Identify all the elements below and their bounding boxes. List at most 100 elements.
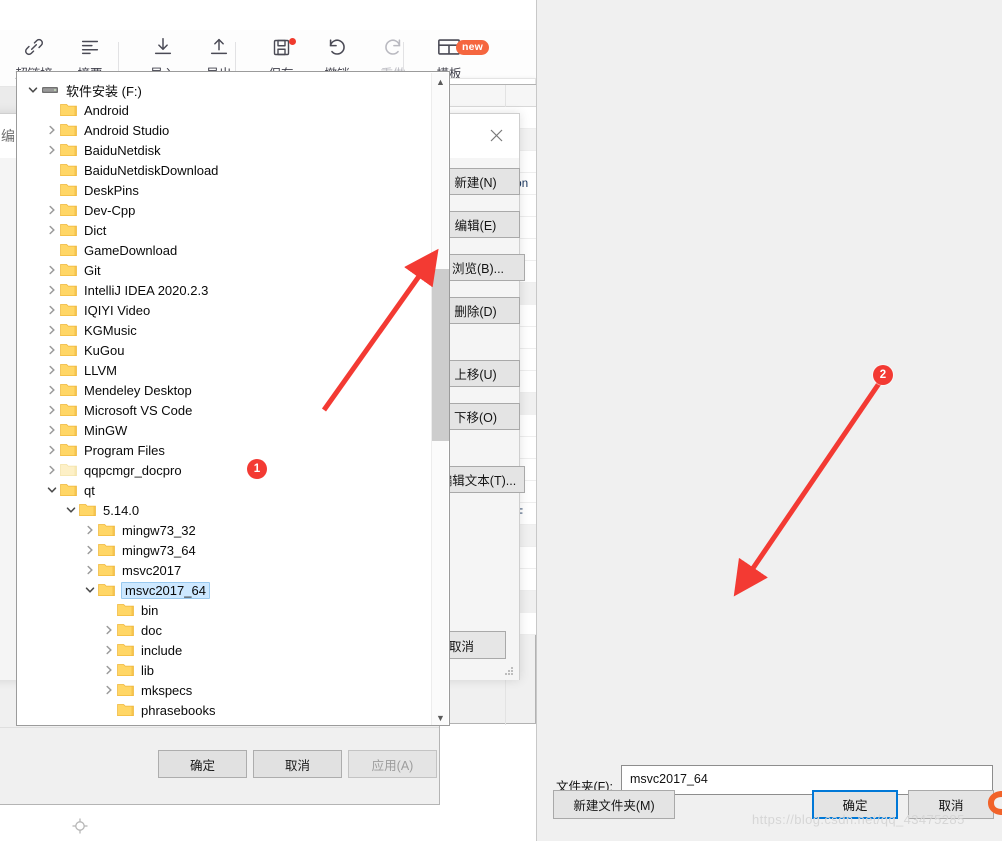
chevron-right-icon[interactable] xyxy=(44,462,60,478)
tree-item[interactable]: BaiduNetdiskDownload xyxy=(17,160,222,180)
chevron-down-icon[interactable] xyxy=(82,582,98,598)
tree-vertical-scrollbar[interactable]: ▲ ▼ xyxy=(431,73,449,725)
folder-icon xyxy=(60,423,77,437)
folder-icon xyxy=(98,543,115,557)
tree-item[interactable]: lib xyxy=(17,660,158,680)
tree-item-label: lib xyxy=(141,662,155,678)
tree-item[interactable]: Mendeley Desktop xyxy=(17,380,196,400)
undo-icon xyxy=(326,34,348,60)
folder-icon xyxy=(117,623,134,637)
annotation-badge-1: 1 xyxy=(247,459,267,479)
tree-item-label: mingw73_32 xyxy=(122,522,196,538)
tree-item[interactable]: mingw73_32 xyxy=(17,520,200,540)
chevron-right-icon[interactable] xyxy=(44,122,60,138)
tree-item[interactable]: MinGW xyxy=(17,420,131,440)
chevron-down-icon[interactable] xyxy=(25,82,41,98)
tree-item[interactable]: Android Studio xyxy=(17,120,173,140)
folder-tree-box[interactable]: 软件安装 (F:) Android Android Studio BaiduNetdi… xyxy=(16,71,450,726)
chevron-right-icon[interactable] xyxy=(44,382,60,398)
scroll-up-icon[interactable]: ▲ xyxy=(432,73,449,90)
folder-icon xyxy=(60,383,77,397)
chevron-down-icon[interactable] xyxy=(44,482,60,498)
chevron-right-icon[interactable] xyxy=(82,522,98,538)
tree-item-label: Program Files xyxy=(84,442,165,458)
chevron-right-icon[interactable] xyxy=(44,442,60,458)
folder-icon xyxy=(60,123,77,137)
browse-for-folder-dialog xyxy=(536,0,1002,841)
tree-item[interactable]: 5.14.0 xyxy=(17,500,143,520)
tree-item[interactable]: phrasebooks xyxy=(17,700,219,720)
tree-item[interactable]: DeskPins xyxy=(17,180,143,200)
tree-item[interactable]: mkspecs xyxy=(17,680,196,700)
tree-item-label: mingw73_64 xyxy=(122,542,196,558)
tree-item[interactable]: Microsoft VS Code xyxy=(17,400,196,420)
tree-item[interactable]: mingw73_64 xyxy=(17,540,200,560)
scroll-down-icon[interactable]: ▼ xyxy=(432,709,449,725)
chevron-right-icon[interactable] xyxy=(44,402,60,418)
tree-item-label: IntelliJ IDEA 2020.2.3 xyxy=(84,282,209,298)
chevron-right-icon[interactable] xyxy=(101,682,117,698)
chevron-right-icon[interactable] xyxy=(101,642,117,658)
tree-item-label: doc xyxy=(141,622,162,638)
folder-icon xyxy=(117,683,134,697)
chevron-right-icon[interactable] xyxy=(44,322,60,338)
chevron-right-icon[interactable] xyxy=(101,622,117,638)
chevron-right-icon[interactable] xyxy=(44,282,60,298)
chevron-right-icon[interactable] xyxy=(82,562,98,578)
tree-item[interactable]: Dev-Cpp xyxy=(17,200,139,220)
tree-item[interactable]: qt xyxy=(17,480,99,500)
tree-item[interactable]: include xyxy=(17,640,186,660)
tree-item[interactable]: 软件安装 (F:) xyxy=(17,80,146,100)
tree-item-label: IQIYI Video xyxy=(84,302,151,318)
toolbar-separator xyxy=(235,42,236,74)
close-icon[interactable] xyxy=(481,122,511,148)
tree-item[interactable]: doc xyxy=(17,620,166,640)
tree-item[interactable]: IQIYI Video xyxy=(17,300,154,320)
folder-icon xyxy=(60,343,77,357)
chevron-right-icon[interactable] xyxy=(44,362,60,378)
folder-icon xyxy=(117,643,134,657)
new-folder-button[interactable]: 新建文件夹(M) xyxy=(553,790,675,819)
tree-item-selected[interactable]: msvc2017_64 xyxy=(17,580,210,600)
chevron-right-icon[interactable] xyxy=(44,342,60,358)
tree-item-label: Android Studio xyxy=(84,122,170,138)
tree-item-label: Android xyxy=(84,102,129,118)
tree-item-label: mkspecs xyxy=(141,682,193,698)
chevron-right-icon[interactable] xyxy=(101,662,117,678)
tree-item[interactable]: KuGou xyxy=(17,340,128,360)
sysprops-cancel-button[interactable]: 取消 xyxy=(253,750,342,778)
tree-item[interactable]: IntelliJ IDEA 2020.2.3 xyxy=(17,280,212,300)
tree-item-label: Git xyxy=(84,262,101,278)
tree-item-label: qt xyxy=(84,482,95,498)
resize-grip[interactable] xyxy=(505,667,515,677)
folder-icon xyxy=(117,663,134,677)
summary-icon xyxy=(79,34,101,60)
toolbar-separator xyxy=(118,42,119,74)
scrollbar-thumb[interactable] xyxy=(432,269,449,441)
tree-item[interactable]: Android xyxy=(17,100,133,120)
folder-icon xyxy=(60,163,77,177)
save-icon xyxy=(271,34,292,60)
chevron-right-icon[interactable] xyxy=(44,302,60,318)
chevron-right-icon[interactable] xyxy=(44,222,60,238)
chevron-down-icon[interactable] xyxy=(63,502,79,518)
chevron-right-icon[interactable] xyxy=(44,422,60,438)
sysprops-ok-button[interactable]: 确定 xyxy=(158,750,247,778)
tree-item[interactable]: Git xyxy=(17,260,105,280)
chevron-right-icon[interactable] xyxy=(44,202,60,218)
tree-item[interactable]: bin xyxy=(17,600,162,620)
tree-item[interactable]: msvc2017 xyxy=(17,560,185,580)
tree-item[interactable]: BaiduNetdisk xyxy=(17,140,165,160)
tree-item-label: 软件安装 (F:) xyxy=(66,83,142,99)
tree-item[interactable]: KGMusic xyxy=(17,320,141,340)
tree-item[interactable]: GameDownload xyxy=(17,240,181,260)
tree-item[interactable]: Program Files xyxy=(17,440,169,460)
tree-item[interactable]: Dict xyxy=(17,220,110,240)
chevron-right-icon[interactable] xyxy=(82,542,98,558)
chevron-right-icon[interactable] xyxy=(44,142,60,158)
tree-item[interactable]: LLVM xyxy=(17,360,121,380)
folder-tree[interactable]: 软件安装 (F:) Android Android Studio BaiduNetdi… xyxy=(17,72,433,725)
tree-item[interactable]: qqpcmgr_docpro xyxy=(17,460,186,480)
chevron-right-icon[interactable] xyxy=(44,262,60,278)
